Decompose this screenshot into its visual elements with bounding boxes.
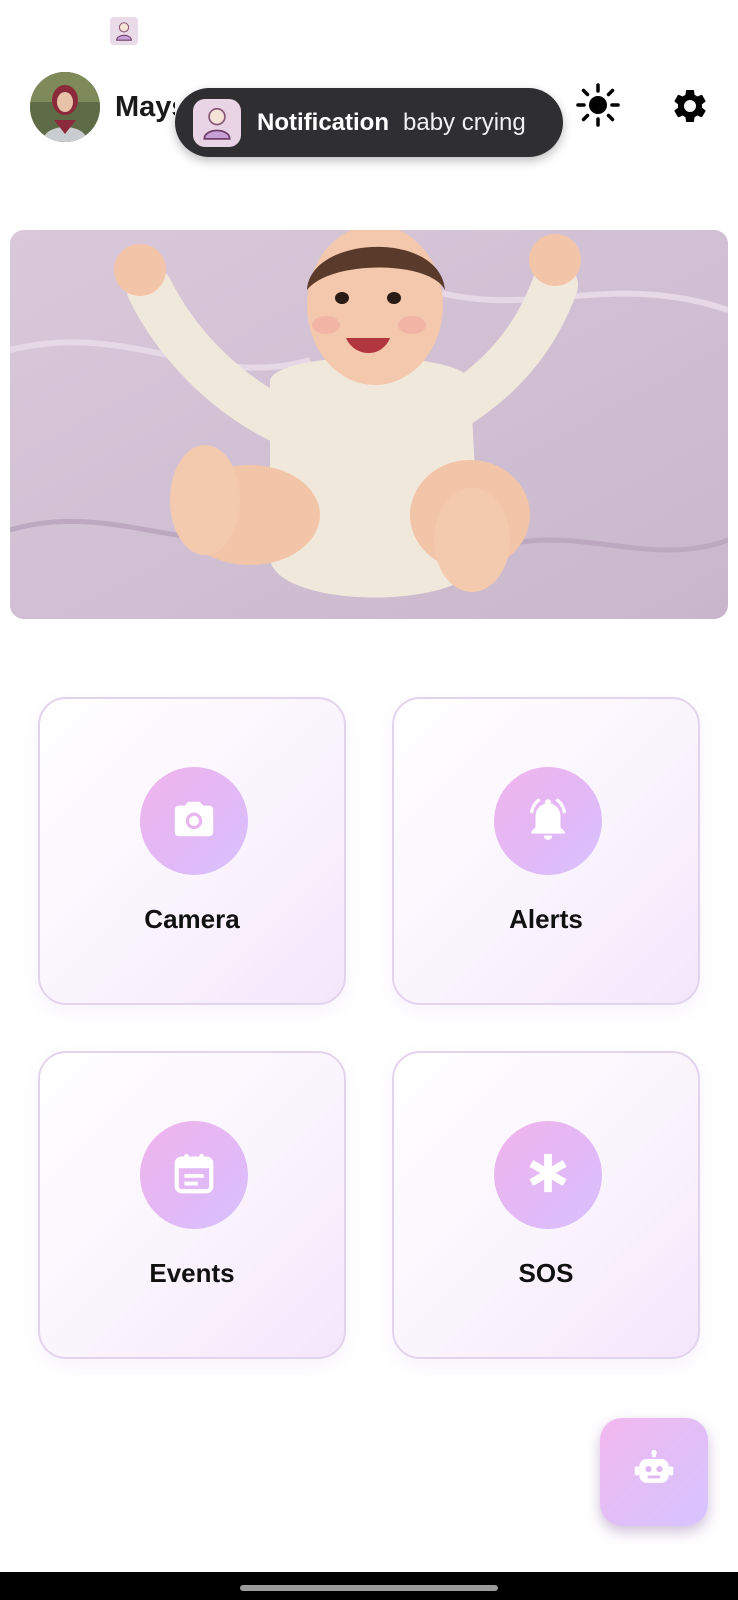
gear-icon [670, 86, 710, 131]
camera-card[interactable]: Camera [38, 697, 346, 1005]
camera-icon [171, 796, 217, 847]
baby-app-icon [193, 98, 241, 147]
sos-label: SOS [518, 1258, 574, 1288]
events-icon-circle [140, 1121, 248, 1229]
hero-baby-photo [10, 230, 728, 619]
asterisk-icon [525, 1150, 571, 1201]
camera-icon-circle [140, 767, 248, 875]
alerts-card[interactable]: Alerts [392, 697, 700, 1005]
alerts-icon-circle [494, 767, 602, 875]
system-navigation-bar [0, 1572, 738, 1600]
home-screen: Mays [0, 0, 738, 1600]
sos-icon-circle [494, 1121, 602, 1229]
robot-icon [632, 1448, 676, 1497]
notification-text: baby crying [403, 108, 526, 136]
avatar[interactable] [30, 72, 100, 142]
status-app-icon [110, 17, 138, 45]
notification-title: Notification [257, 108, 389, 136]
notification-toast[interactable]: Notification baby crying [175, 88, 563, 157]
assistant-fab-button[interactable] [600, 1418, 708, 1526]
alerts-label: Alerts [509, 904, 583, 934]
settings-button[interactable] [668, 86, 712, 130]
camera-label: Camera [144, 904, 240, 934]
user-name: Mays [115, 91, 175, 123]
bell-icon [523, 794, 573, 849]
sos-card[interactable]: SOS [392, 1051, 700, 1359]
events-label: Events [149, 1258, 235, 1288]
theme-toggle-button[interactable] [575, 82, 621, 132]
calendar-icon [171, 1150, 217, 1201]
events-card[interactable]: Events [38, 1051, 346, 1359]
home-gesture-handle[interactable] [240, 1585, 498, 1591]
sun-icon [576, 82, 620, 132]
